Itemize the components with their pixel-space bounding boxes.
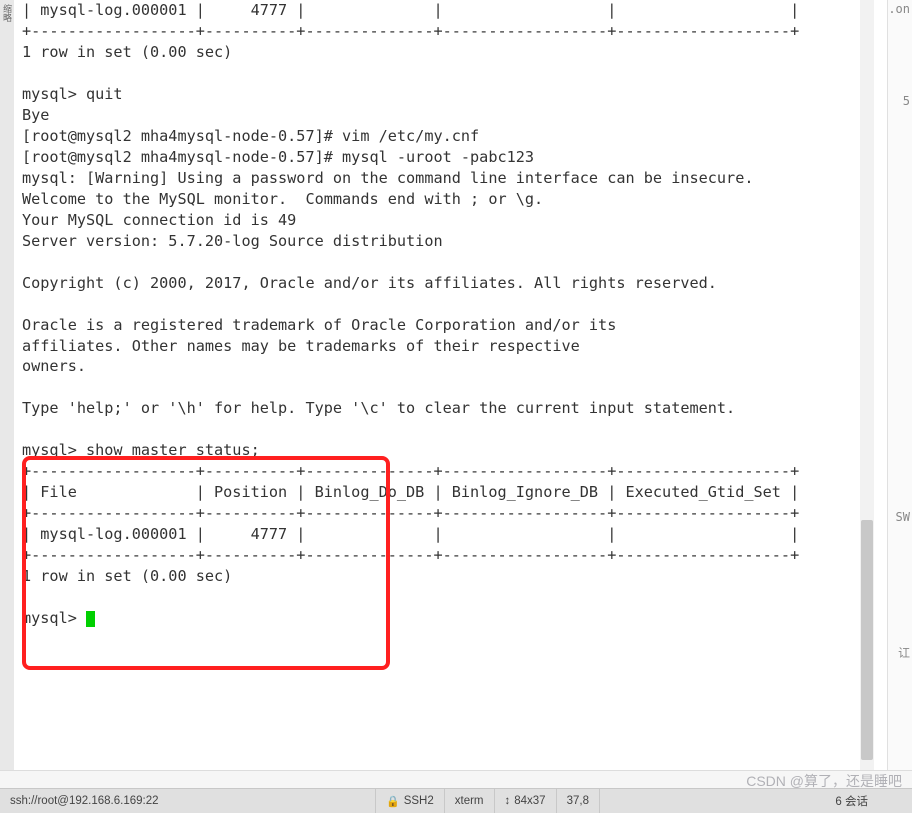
lock-icon: 🔒 (386, 795, 400, 808)
status-term-type: xterm (445, 789, 495, 813)
terminal-scrollbar[interactable] (860, 0, 874, 771)
tab-strip-bottom (0, 770, 912, 789)
resize-icon: ↕ (505, 795, 511, 807)
edge-frag: 讧 (898, 644, 910, 661)
status-connection: ssh://root@192.168.6.169:22 (0, 789, 376, 813)
status-cursor-pos: 37,8 (557, 789, 600, 813)
edge-frag: 5 (903, 94, 910, 108)
edge-frag: SW (896, 510, 910, 524)
status-sessions: 6 会话 (600, 789, 912, 813)
status-protocol: 🔒 SSH2 (376, 789, 445, 813)
terminal-cursor (86, 611, 95, 627)
right-edge-strip: .on 5 SW 讧 (887, 0, 912, 771)
status-term-size: ↕ 84x37 (495, 789, 557, 813)
scrollbar-thumb[interactable] (861, 520, 873, 760)
status-bar: ssh://root@192.168.6.169:22 🔒 SSH2 xterm… (0, 788, 912, 813)
terminal-view[interactable]: | mysql-log.000001 | 4777 | | | | +-----… (14, 0, 874, 771)
gutter-label: 缩略 (0, 0, 13, 22)
terminal-output[interactable]: | mysql-log.000001 | 4777 | | | | +-----… (14, 0, 874, 629)
gutter-ruler: 缩略 (0, 0, 14, 771)
edge-frag: .on (888, 2, 910, 16)
